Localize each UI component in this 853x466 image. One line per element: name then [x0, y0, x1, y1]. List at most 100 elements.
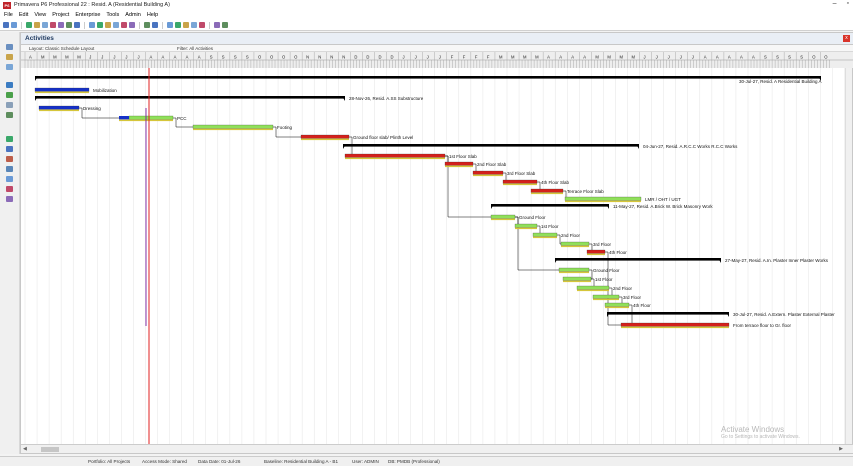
portfolios-icon[interactable] — [6, 196, 13, 202]
activity-bar-row[interactable]: Ground floor slab/ Plinth Level — [300, 134, 413, 141]
activity-bar-row[interactable]: 1st Floor — [562, 276, 613, 283]
chart-icon[interactable] — [222, 22, 228, 28]
activity-bar-row[interactable]: 3rd Floor — [592, 294, 642, 301]
activity-bar-row[interactable]: Mobilization — [34, 87, 117, 94]
activity-bar-row[interactable]: 2nd Floor — [576, 285, 633, 292]
activity-bar[interactable] — [472, 170, 504, 175]
activity-bar-row[interactable]: From terrace floor to Gr. floor — [620, 322, 792, 329]
tracking-icon[interactable] — [6, 92, 13, 98]
vertical-scrollbar[interactable] — [845, 68, 852, 444]
activity-bar[interactable] — [620, 322, 730, 327]
menu-file[interactable]: File — [4, 12, 13, 18]
menu-help[interactable]: Help — [147, 12, 158, 18]
activity-bar-row[interactable]: Dressing — [38, 105, 101, 112]
print-icon[interactable] — [129, 22, 135, 28]
activity-bar-row[interactable]: Ground Floor — [490, 214, 546, 221]
activity-bar-row[interactable]: 30-Jul-27, Resid. A Residential Building… — [35, 76, 822, 84]
menu-admin[interactable]: Admin — [125, 12, 141, 18]
layout-icon[interactable] — [26, 22, 32, 28]
level-icon[interactable] — [66, 22, 72, 28]
activity-bar[interactable] — [38, 105, 80, 110]
activity-bar-row[interactable]: 11-May-27, Resid. A.Brick W. Brick Mason… — [491, 204, 713, 209]
activity-bar[interactable] — [490, 214, 516, 219]
minimize-button[interactable]: – — [833, 0, 837, 7]
activity-bar-row[interactable]: 1st Floor — [514, 223, 559, 230]
activities-icon[interactable] — [6, 64, 13, 70]
columns-icon[interactable] — [89, 22, 95, 28]
gantt-chart[interactable]: 30-Jul-27, Resid. A Residential Building… — [21, 68, 846, 444]
activity-bar[interactable] — [530, 188, 564, 193]
menu-view[interactable]: View — [34, 12, 46, 18]
documents-icon[interactable] — [6, 166, 13, 172]
fit-icon[interactable] — [183, 22, 189, 28]
activity-bar[interactable] — [192, 124, 274, 129]
wbs-summary-bar[interactable] — [607, 312, 729, 315]
expand-icon[interactable] — [191, 22, 197, 28]
link-icon[interactable] — [42, 22, 48, 28]
activity-bar-row[interactable]: 1st Floor Slab — [344, 153, 477, 160]
activity-bar-row[interactable]: 3rd Floor — [560, 241, 612, 248]
activity-bar-row[interactable]: 04-Jun-27, Resid. A.R.C.C Works R.C.C Wo… — [343, 144, 738, 149]
timescale-header[interactable]: AMMMMJJJJJAAAAASSSSOOOONNNNDDDDJJJJFFFFM… — [21, 52, 853, 68]
project-codes-icon[interactable] — [6, 186, 13, 192]
activity-bar[interactable] — [558, 267, 590, 272]
menu-tools[interactable]: Tools — [106, 12, 119, 18]
reports-icon[interactable] — [6, 102, 13, 108]
scroll-left-arrow-icon[interactable]: ◀ — [23, 446, 27, 452]
activity-bar-row[interactable]: 28-Nov-26, Resid. A.SS Substructure — [35, 96, 424, 101]
expenses-icon[interactable] — [6, 136, 13, 142]
resources-icon[interactable] — [6, 82, 13, 88]
wbs-summary-bar[interactable] — [343, 144, 639, 147]
group-icon[interactable] — [97, 22, 103, 28]
restore-button[interactable]: ▫ — [847, 0, 849, 7]
activity-bar[interactable] — [592, 294, 620, 299]
activity-bar[interactable] — [532, 232, 558, 237]
menu-project[interactable]: Project — [52, 12, 69, 18]
progress-icon[interactable] — [121, 22, 127, 28]
layout-label[interactable]: Layout: Classic Schedule Layout — [29, 46, 94, 51]
store-icon[interactable] — [74, 22, 80, 28]
dollar-icon[interactable] — [144, 22, 150, 28]
filter-icon[interactable] — [34, 22, 40, 28]
activity-bar[interactable] — [564, 196, 642, 201]
projects-icon[interactable] — [6, 44, 13, 50]
scroll-thumb[interactable] — [41, 447, 59, 452]
activity-bar-row[interactable]: 4th Floor Slab — [502, 179, 570, 186]
activity-bar[interactable] — [576, 285, 610, 290]
activity-bar-row[interactable]: LMR / OHT / UGT — [564, 196, 681, 203]
risks-icon[interactable] — [6, 156, 13, 162]
menu-enterprise[interactable]: Enterprise — [75, 12, 100, 18]
back-icon[interactable] — [3, 22, 9, 28]
activity-bar[interactable] — [34, 87, 90, 92]
work-products-icon[interactable] — [6, 176, 13, 182]
wbs-icon[interactable] — [6, 54, 13, 60]
activity-bar[interactable] — [514, 223, 538, 228]
activity-bar-row[interactable]: PCC — [119, 115, 187, 122]
activity-bar-row[interactable]: Footing — [192, 124, 293, 131]
zoom-in-icon[interactable] — [167, 22, 173, 28]
activity-bar-row[interactable]: 3rd Floor Slab — [472, 170, 536, 177]
filter-funnel-icon[interactable] — [105, 22, 111, 28]
wbs-summary-bar[interactable] — [35, 76, 821, 79]
activity-bar-row[interactable]: 4th Floor — [604, 302, 651, 309]
sort-icon[interactable] — [113, 22, 119, 28]
activity-bar-row[interactable]: 27-May-27, Resid. A.In. Plaster Inner Pl… — [555, 258, 829, 263]
activity-bar-row[interactable]: 2nd Floor — [532, 232, 581, 239]
filter-label[interactable]: Filter: All Activities — [177, 46, 213, 51]
activity-bar[interactable] — [128, 115, 174, 120]
collapse-icon[interactable] — [199, 22, 205, 28]
bar-icon[interactable] — [50, 22, 56, 28]
activity-bar-row[interactable]: 4th Floor — [586, 249, 627, 256]
issues-icon[interactable] — [6, 112, 13, 118]
activity-bar-row[interactable]: 30-Jul-27, Resid. A.Extern. Plaster Exte… — [607, 312, 835, 317]
activity-bar[interactable] — [344, 153, 446, 158]
schedule-icon[interactable] — [58, 22, 64, 28]
panel-close-button[interactable]: x — [843, 35, 850, 42]
zoom-icon[interactable] — [11, 22, 17, 28]
activity-bar[interactable] — [604, 302, 630, 307]
thresholds-icon[interactable] — [6, 146, 13, 152]
wbs-summary-bar[interactable] — [491, 204, 609, 207]
zoom-out-icon[interactable] — [175, 22, 181, 28]
activity-bar-row[interactable]: Ground Floor — [558, 267, 620, 274]
activity-bar[interactable] — [300, 134, 350, 139]
